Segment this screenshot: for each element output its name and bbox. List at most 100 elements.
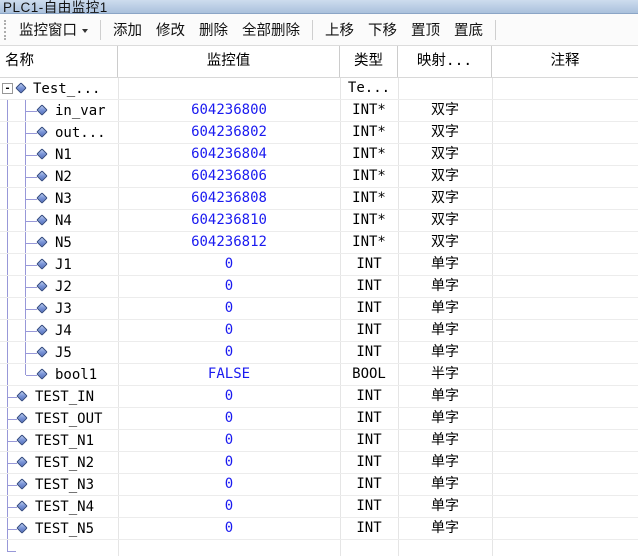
name-cell	[0, 540, 118, 556]
variable-name-label: TEST_IN	[35, 386, 94, 407]
variable-name-label: in_var	[55, 100, 106, 121]
table-row[interactable]: TEST_OUT 0 INT 单字	[0, 408, 638, 430]
monitor-window-menu-button[interactable]: 监控窗口	[12, 15, 95, 44]
variable-name-label: J2	[55, 276, 72, 297]
table-row[interactable]: N4 604236810 INT* 双字	[0, 210, 638, 232]
table-row[interactable]: TEST_N2 0 INT 单字	[0, 452, 638, 474]
comment-cell	[492, 452, 638, 473]
variable-diamond-icon	[36, 280, 47, 291]
variable-diamond-icon	[15, 82, 26, 93]
type-cell: INT	[340, 276, 398, 297]
comment-cell	[492, 540, 638, 556]
variable-diamond-icon	[36, 258, 47, 269]
table-row[interactable]: J5 0 INT 单字	[0, 342, 638, 364]
move-up-button[interactable]: 上移	[318, 15, 361, 44]
table-row[interactable]: TEST_N4 0 INT 单字	[0, 496, 638, 518]
name-cell: in_var	[0, 100, 118, 121]
name-cell: TEST_OUT	[0, 408, 118, 429]
value-cell: 0	[118, 254, 340, 275]
table-row[interactable]: J4 0 INT 单字	[0, 320, 638, 342]
name-cell: TEST_N2	[0, 452, 118, 473]
mapping-cell: 单字	[398, 496, 492, 517]
mapping-cell: 单字	[398, 320, 492, 341]
column-header-name[interactable]: 名称	[0, 46, 118, 77]
move-down-button[interactable]: 下移	[361, 15, 404, 44]
mapping-cell: 单字	[398, 276, 492, 297]
variable-name-label: TEST_N5	[35, 518, 94, 539]
table-row[interactable]: TEST_N3 0 INT 单字	[0, 474, 638, 496]
move-to-bottom-button[interactable]: 置底	[447, 15, 490, 44]
chevron-down-icon	[82, 29, 88, 33]
variable-diamond-icon	[36, 104, 47, 115]
variable-diamond-icon	[36, 368, 47, 379]
name-cell: TEST_N5	[0, 518, 118, 539]
mapping-cell: 单字	[398, 452, 492, 473]
table-row[interactable]: TEST_N1 0 INT 单字	[0, 430, 638, 452]
table-row[interactable]: N2 604236806 INT* 双字	[0, 166, 638, 188]
move-to-top-button[interactable]: 置顶	[404, 15, 447, 44]
type-cell: INT	[340, 496, 398, 517]
table-row[interactable]: TEST_N5 0 INT 单字	[0, 518, 638, 540]
variable-diamond-icon	[16, 478, 27, 489]
value-cell: 604236806	[118, 166, 340, 187]
variable-diamond-icon	[36, 170, 47, 181]
comment-cell	[492, 496, 638, 517]
name-cell: N3	[0, 188, 118, 209]
variable-diamond-icon	[36, 214, 47, 225]
mapping-cell: 单字	[398, 254, 492, 275]
variable-diamond-icon	[36, 236, 47, 247]
table-row[interactable]: J2 0 INT 单字	[0, 276, 638, 298]
comment-cell	[492, 122, 638, 143]
variable-name-label: out...	[55, 122, 106, 143]
value-cell: 604236804	[118, 144, 340, 165]
table-row[interactable]: J3 0 INT 单字	[0, 298, 638, 320]
table-row[interactable]: N1 604236804 INT* 双字	[0, 144, 638, 166]
table-row[interactable]: -Test_... Te...	[0, 78, 638, 100]
comment-cell	[492, 210, 638, 231]
add-button[interactable]: 添加	[106, 15, 149, 44]
value-cell: 0	[118, 298, 340, 319]
column-header-mapping[interactable]: 映射...	[398, 46, 492, 77]
table-row[interactable]: in_var 604236800 INT* 双字	[0, 100, 638, 122]
variable-name-label: TEST_OUT	[35, 408, 102, 429]
variable-diamond-icon	[36, 192, 47, 203]
variable-name-label: TEST_N3	[35, 474, 94, 495]
name-cell: N4	[0, 210, 118, 231]
window-title-bar[interactable]: PLC1-自由监控1	[0, 0, 638, 14]
column-header-comment[interactable]: 注释	[492, 46, 638, 77]
table-row[interactable]: bool1 FALSE BOOL 半字	[0, 364, 638, 386]
comment-cell	[492, 100, 638, 121]
variable-diamond-icon	[36, 148, 47, 159]
type-cell: INT*	[340, 166, 398, 187]
mapping-cell: 双字	[398, 166, 492, 187]
type-cell: INT	[340, 518, 398, 539]
table-row[interactable]: N5 604236812 INT* 双字	[0, 232, 638, 254]
toolbar-grip-handle[interactable]	[4, 20, 8, 40]
mapping-cell: 双字	[398, 122, 492, 143]
table-row[interactable]: out... 604236802 INT* 双字	[0, 122, 638, 144]
comment-cell	[492, 430, 638, 451]
variable-name-label: J5	[55, 342, 72, 363]
name-cell: N1	[0, 144, 118, 165]
tree-collapse-toggle[interactable]: -	[2, 83, 13, 94]
type-cell: INT*	[340, 144, 398, 165]
column-header-type[interactable]: 类型	[340, 46, 398, 77]
name-cell: N5	[0, 232, 118, 253]
variable-name-label: N4	[55, 210, 72, 231]
modify-button[interactable]: 修改	[149, 15, 192, 44]
type-cell: INT	[340, 408, 398, 429]
comment-cell	[492, 386, 638, 407]
table-row-partial[interactable]	[0, 540, 638, 556]
variable-name-label: Test_...	[33, 78, 100, 99]
variable-name-label: J1	[55, 254, 72, 275]
delete-all-button[interactable]: 全部删除	[235, 15, 307, 44]
table-row[interactable]: N3 604236808 INT* 双字	[0, 188, 638, 210]
table-row[interactable]: TEST_IN 0 INT 单字	[0, 386, 638, 408]
type-cell: INT*	[340, 210, 398, 231]
table-row[interactable]: J1 0 INT 单字	[0, 254, 638, 276]
delete-button[interactable]: 删除	[192, 15, 235, 44]
mapping-cell: 双字	[398, 232, 492, 253]
name-cell: J1	[0, 254, 118, 275]
name-cell: J2	[0, 276, 118, 297]
column-header-value[interactable]: 监控值	[118, 46, 340, 77]
